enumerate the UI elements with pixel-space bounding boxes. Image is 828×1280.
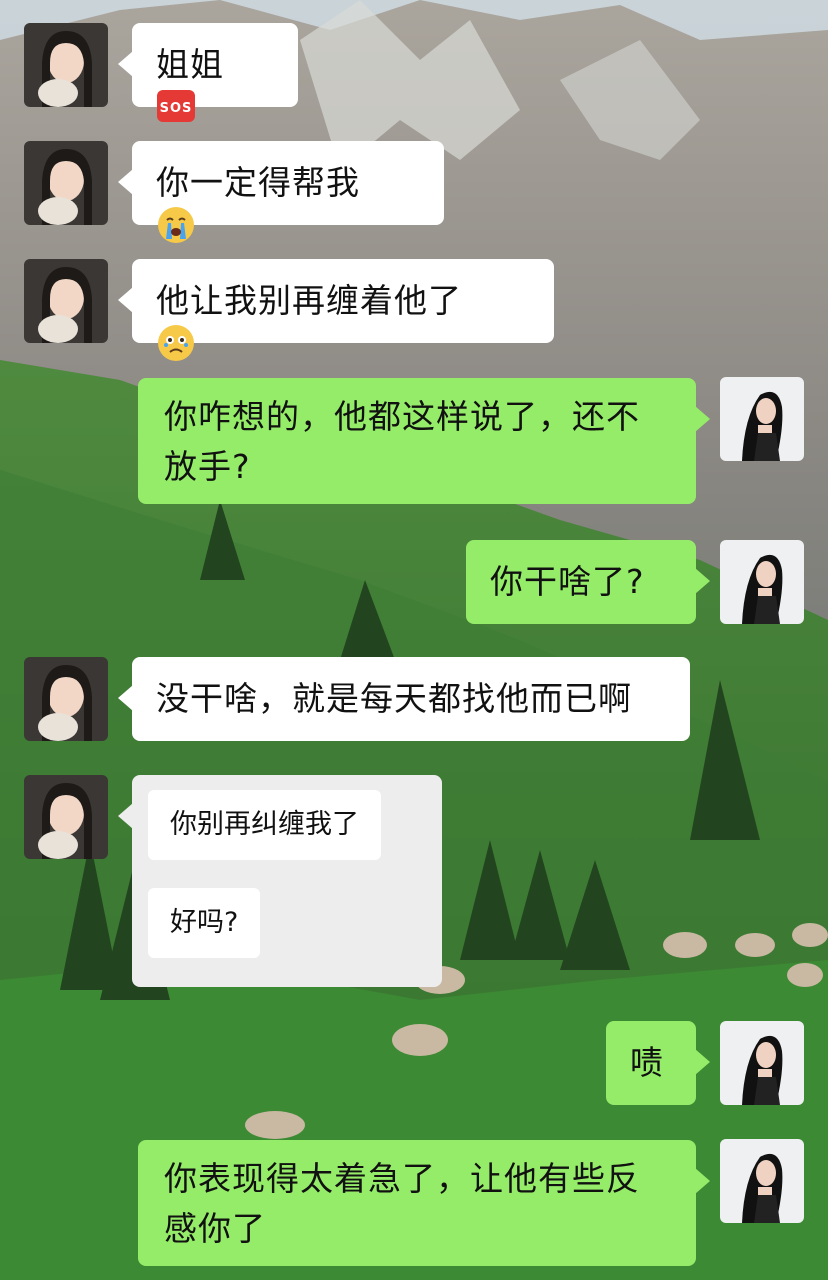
message-bubble-outgoing[interactable]: 啧	[606, 1021, 710, 1105]
my-avatar[interactable]	[720, 1021, 804, 1105]
message-text: 你干啥了?	[490, 562, 645, 601]
sos-icon: SOS	[156, 87, 274, 137]
message-text: 姐姐	[156, 45, 224, 84]
message-text: 没干啥，就是每天都找他而已啊	[156, 679, 632, 718]
quoted-message: 好吗?	[148, 888, 261, 958]
message-bubble-outgoing[interactable]: 你干啥了?	[466, 540, 710, 624]
message-text: 他让我别再缠着他了	[156, 281, 462, 320]
message-bubble-outgoing[interactable]: 你咋想的，他都这样说了，还不 放手?	[138, 378, 710, 504]
my-avatar[interactable]	[720, 377, 804, 461]
message-text: 你表现得太着急了，让他有些反	[164, 1159, 640, 1198]
message-bubble-incoming[interactable]: 姐姐 SOS	[118, 23, 298, 122]
message-bubble-incoming[interactable]: 没干啥，就是每天都找他而已啊	[118, 657, 690, 741]
message-bubble-incoming[interactable]: 你一定得帮我	[118, 141, 444, 243]
quoted-message: 你别再纠缠我了	[148, 790, 381, 860]
contact-avatar[interactable]	[24, 775, 108, 859]
crying-face-icon	[156, 205, 420, 259]
contact-avatar[interactable]	[24, 141, 108, 225]
contact-avatar[interactable]	[24, 23, 108, 107]
message-text: 你咋想的，他都这样说了，还不	[164, 397, 640, 436]
message-text: 感你了	[164, 1209, 266, 1248]
my-avatar[interactable]	[720, 1139, 804, 1223]
contact-avatar[interactable]	[24, 259, 108, 343]
my-avatar[interactable]	[720, 540, 804, 624]
svg-text:SOS: SOS	[160, 101, 193, 116]
message-bubble-outgoing[interactable]: 你表现得太着急了，让他有些反 感你了	[138, 1140, 710, 1266]
quoted-chat-card[interactable]: 你别再纠缠我了 好吗?	[118, 775, 442, 987]
message-text: 啧	[630, 1043, 664, 1082]
holding-back-tears-icon	[156, 323, 530, 377]
message-text: 放手?	[164, 447, 251, 486]
message-text: 你一定得帮我	[156, 163, 360, 202]
message-bubble-incoming[interactable]: 他让我别再缠着他了	[118, 259, 554, 361]
contact-avatar[interactable]	[24, 657, 108, 741]
